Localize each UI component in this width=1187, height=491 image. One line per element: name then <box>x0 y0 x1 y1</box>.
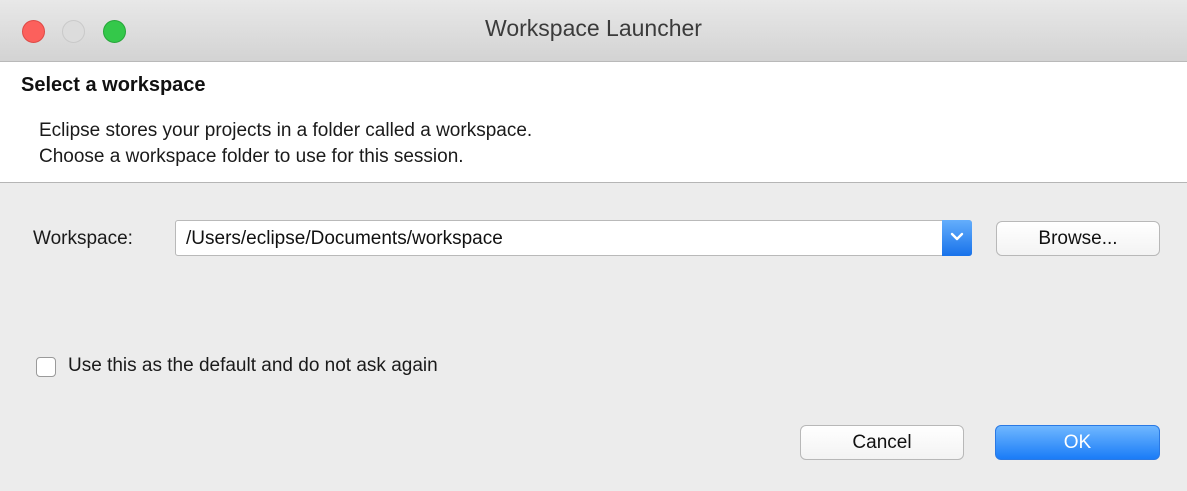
title-bar: Workspace Launcher <box>0 0 1187 62</box>
header-description-line-1: Eclipse stores your projects in a folder… <box>39 120 533 141</box>
window-title: Workspace Launcher <box>485 15 702 41</box>
cancel-button[interactable]: Cancel <box>800 425 964 460</box>
workspace-dropdown-button[interactable] <box>942 220 972 256</box>
default-workspace-checkbox-label[interactable]: Use this as the default and do not ask a… <box>68 355 438 377</box>
header-description-line-2: Choose a workspace folder to use for thi… <box>39 146 464 167</box>
ok-button[interactable]: OK <box>995 425 1160 460</box>
default-workspace-checkbox[interactable] <box>36 357 56 377</box>
workspace-path-input[interactable]: /Users/eclipse/Documents/workspace <box>186 228 503 250</box>
chevron-down-icon <box>950 232 964 241</box>
workspace-combobox[interactable]: /Users/eclipse/Documents/workspace <box>175 220 972 256</box>
header-title: Select a workspace <box>21 74 206 96</box>
workspace-label: Workspace: <box>33 228 133 249</box>
browse-button[interactable]: Browse... <box>996 221 1160 256</box>
workspace-launcher-window: Workspace Launcher Select a workspace Ec… <box>0 0 1187 491</box>
dialog-header: Select a workspace Eclipse stores your p… <box>0 62 1187 183</box>
header-description: Eclipse stores your projects in a folder… <box>39 118 532 170</box>
